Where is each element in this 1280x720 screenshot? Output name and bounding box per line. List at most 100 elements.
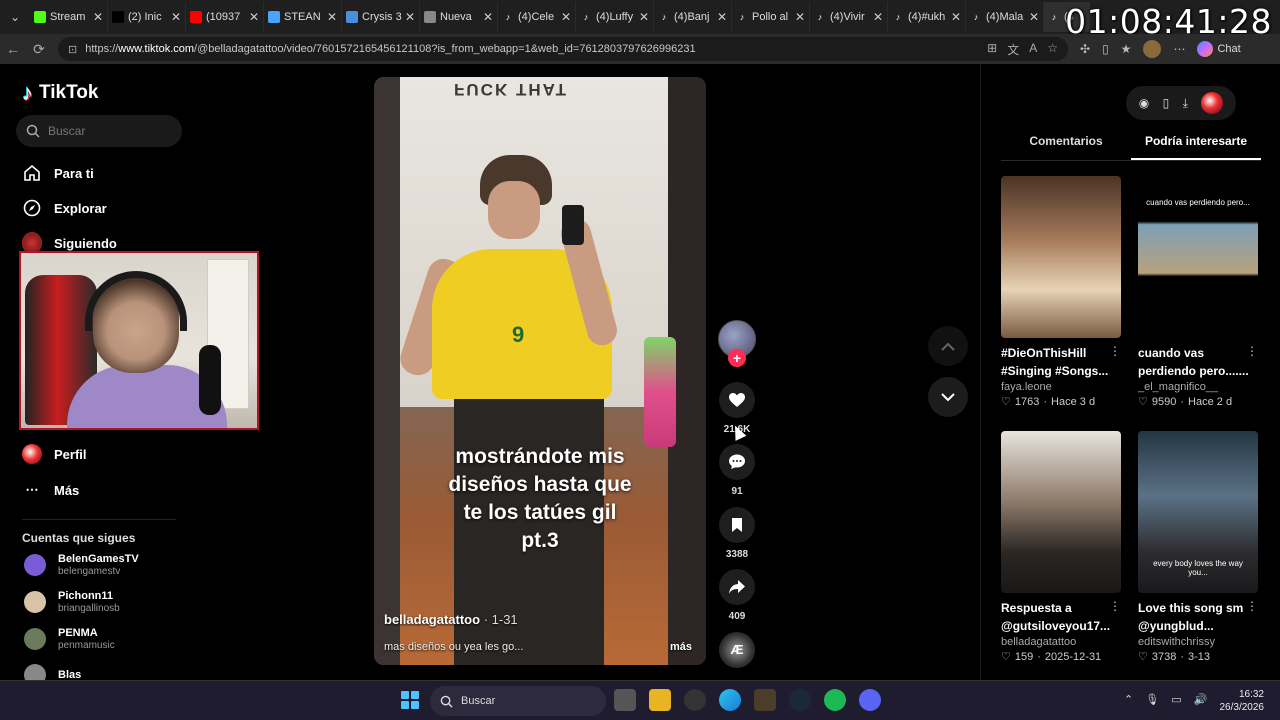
close-tab-icon[interactable]: ✕ [1029, 10, 1039, 24]
browser-tab[interactable]: Nueva ✕ [420, 2, 498, 32]
browser-tab[interactable]: Stream ✕ [30, 2, 108, 32]
like-button[interactable] [719, 382, 755, 418]
browser-tab[interactable]: ♪ (4)Cele ✕ [498, 2, 576, 32]
browser-tab[interactable]: ♪ (4)Vivir ✕ [810, 2, 888, 32]
refresh-button[interactable]: ⟳ [26, 41, 52, 58]
follow-plus-button[interactable]: + [728, 349, 746, 367]
tab-actions-menu-button[interactable]: ⌄ [0, 0, 30, 34]
close-tab-icon[interactable]: ✕ [249, 10, 259, 24]
browser-tab[interactable]: STEAN ✕ [264, 2, 342, 32]
next-video-button[interactable] [928, 377, 968, 417]
chevron-down-icon [941, 392, 955, 401]
close-tab-icon[interactable]: ✕ [171, 10, 181, 24]
menu-explorar[interactable]: Explorar [22, 198, 107, 218]
read-aloud-icon[interactable]: A [1029, 41, 1037, 58]
taskbar-clock[interactable]: 16:32 26/3/2026 [1220, 688, 1265, 714]
video-more-link[interactable]: más [670, 641, 692, 653]
music-disc[interactable]: Æ [719, 632, 755, 668]
card-options-icon[interactable]: ⋮ [1109, 344, 1121, 358]
favorites-icon[interactable]: ★ [1121, 42, 1132, 56]
caption-line: diseños hasta que [448, 473, 632, 496]
taskbar-search[interactable]: Buscar [430, 686, 606, 716]
comment-button[interactable] [719, 444, 755, 480]
browser-tab[interactable]: ♪ Pollo al ✕ [732, 2, 810, 32]
browser-tab[interactable]: ♪ (4)Luffy ✕ [576, 2, 654, 32]
close-tab-icon[interactable]: ✕ [93, 10, 103, 24]
close-tab-icon[interactable]: ✕ [405, 10, 415, 24]
card-thumbnail[interactable] [1001, 431, 1121, 593]
close-tab-icon[interactable]: ✕ [795, 10, 805, 24]
previous-video-button[interactable] [928, 326, 968, 366]
card-thumbnail[interactable] [1001, 176, 1121, 338]
card-options-icon[interactable]: ⋮ [1109, 599, 1121, 613]
file-explorer-icon[interactable] [649, 689, 671, 711]
close-tab-icon[interactable]: ✕ [327, 10, 337, 24]
menu-perfil[interactable]: Perfil [22, 444, 87, 464]
close-tab-icon[interactable]: ✕ [873, 10, 883, 24]
spotify-icon[interactable] [824, 689, 846, 711]
site-info-icon[interactable]: ⊡ [68, 43, 77, 56]
game-launcher-icon[interactable] [754, 689, 776, 711]
obs-icon[interactable] [684, 689, 706, 711]
recommended-video-card[interactable]: cuando vas perdiendo pero... ⋮ cuando vas … [1138, 176, 1258, 408]
device-icon[interactable]: ▯ [1163, 96, 1170, 110]
following-account[interactable]: BelenGamesTV belengamestv [24, 553, 139, 577]
extensions-icon[interactable]: ✣ [1080, 42, 1090, 56]
save-button[interactable] [719, 507, 755, 543]
tab-label: Crysis 3 [362, 11, 402, 23]
card-thumbnail[interactable]: every body loves the way you... [1138, 431, 1258, 593]
close-tab-icon[interactable]: ✕ [639, 10, 649, 24]
search-input[interactable]: Buscar [16, 115, 182, 147]
volume-icon[interactable]: 🔊 [1194, 693, 1208, 706]
user-avatar[interactable] [1201, 92, 1224, 114]
recommended-video-card[interactable]: every body loves the way you... ⋮ Love thi… [1138, 431, 1258, 663]
tab-podria-interesarte[interactable]: Podría interesarte [1131, 130, 1261, 160]
browser-tab[interactable]: ♪ (4)Mala ✕ [966, 2, 1044, 32]
recommended-video-card[interactable]: ⋮ #DieOnThisHill #Singing #Songs... faya.l… [1001, 176, 1121, 408]
menu-para-ti[interactable]: Para ti [22, 163, 94, 183]
tray-chevron-icon[interactable]: ⌃ [1124, 693, 1133, 706]
close-tab-icon[interactable]: ✕ [483, 10, 493, 24]
more-options-icon[interactable]: ⋯ [1173, 42, 1185, 56]
download-icon[interactable]: ⤓ [1183, 96, 1188, 111]
split-screen-icon[interactable]: ▯ [1102, 42, 1109, 56]
url-field[interactable]: ⊡ https://www.tiktok.com/@belladagatatto… [58, 37, 1068, 61]
recommended-video-card[interactable]: ⋮ Respuesta a @gutsiloveyou17... belladaga… [1001, 431, 1121, 663]
translate-icon[interactable]: 文 [1007, 41, 1019, 58]
close-tab-icon[interactable]: ✕ [561, 10, 571, 24]
card-options-icon[interactable]: ⋮ [1246, 344, 1258, 358]
discord-icon[interactable] [859, 689, 881, 711]
card-options-icon[interactable]: ⋮ [1246, 599, 1258, 613]
browser-tab[interactable]: (2) Inic ✕ [108, 2, 186, 32]
browser-tab[interactable]: (10937 ✕ [186, 2, 264, 32]
network-icon[interactable]: ▭ [1171, 693, 1181, 706]
tiktok-logo[interactable]: ♪ TikTok [22, 80, 98, 106]
search-icon [268, 11, 280, 23]
card-thumbnail[interactable]: cuando vas perdiendo pero... [1138, 176, 1258, 338]
copilot-chat-button[interactable]: Chat [1197, 41, 1241, 57]
following-account[interactable]: PENMA penmamusic [24, 627, 115, 651]
following-account[interactable]: Pichonn11 briangallinosb [24, 590, 120, 614]
browser-tab[interactable]: ♪ (4)#ukh ✕ [888, 2, 966, 32]
back-button[interactable]: ← [0, 41, 26, 57]
browser-tab[interactable]: Crysis 3 ✕ [342, 2, 420, 32]
favorite-star-icon[interactable]: ☆ [1047, 41, 1058, 58]
video-phone [562, 205, 584, 245]
share-button[interactable] [719, 569, 755, 605]
edge-icon[interactable] [719, 689, 741, 711]
profile-icon[interactable] [1143, 40, 1162, 58]
video-author[interactable]: belladagatattoo · 1-31 [384, 612, 518, 627]
menu-siguiendo[interactable]: Siguiendo [22, 232, 117, 254]
tab-comentarios[interactable]: Comentarios [1001, 130, 1131, 160]
microphone-icon[interactable]: 🎙 [1145, 693, 1159, 706]
menu-mas[interactable]: ⋯ Más [22, 480, 80, 500]
task-view-icon[interactable] [614, 689, 636, 711]
steam-icon[interactable] [789, 689, 811, 711]
close-tab-icon[interactable]: ✕ [951, 10, 961, 24]
video-player[interactable]: FUCK THAT 9 mostrándote mis diseños hast… [374, 77, 706, 665]
close-tab-icon[interactable]: ✕ [717, 10, 727, 24]
app-install-icon[interactable]: ⊞ [987, 41, 997, 58]
browser-tab[interactable]: ♪ (4)Banj ✕ [654, 2, 732, 32]
windows-start-button[interactable] [401, 691, 419, 709]
coins-icon[interactable]: ◉ [1139, 96, 1149, 110]
